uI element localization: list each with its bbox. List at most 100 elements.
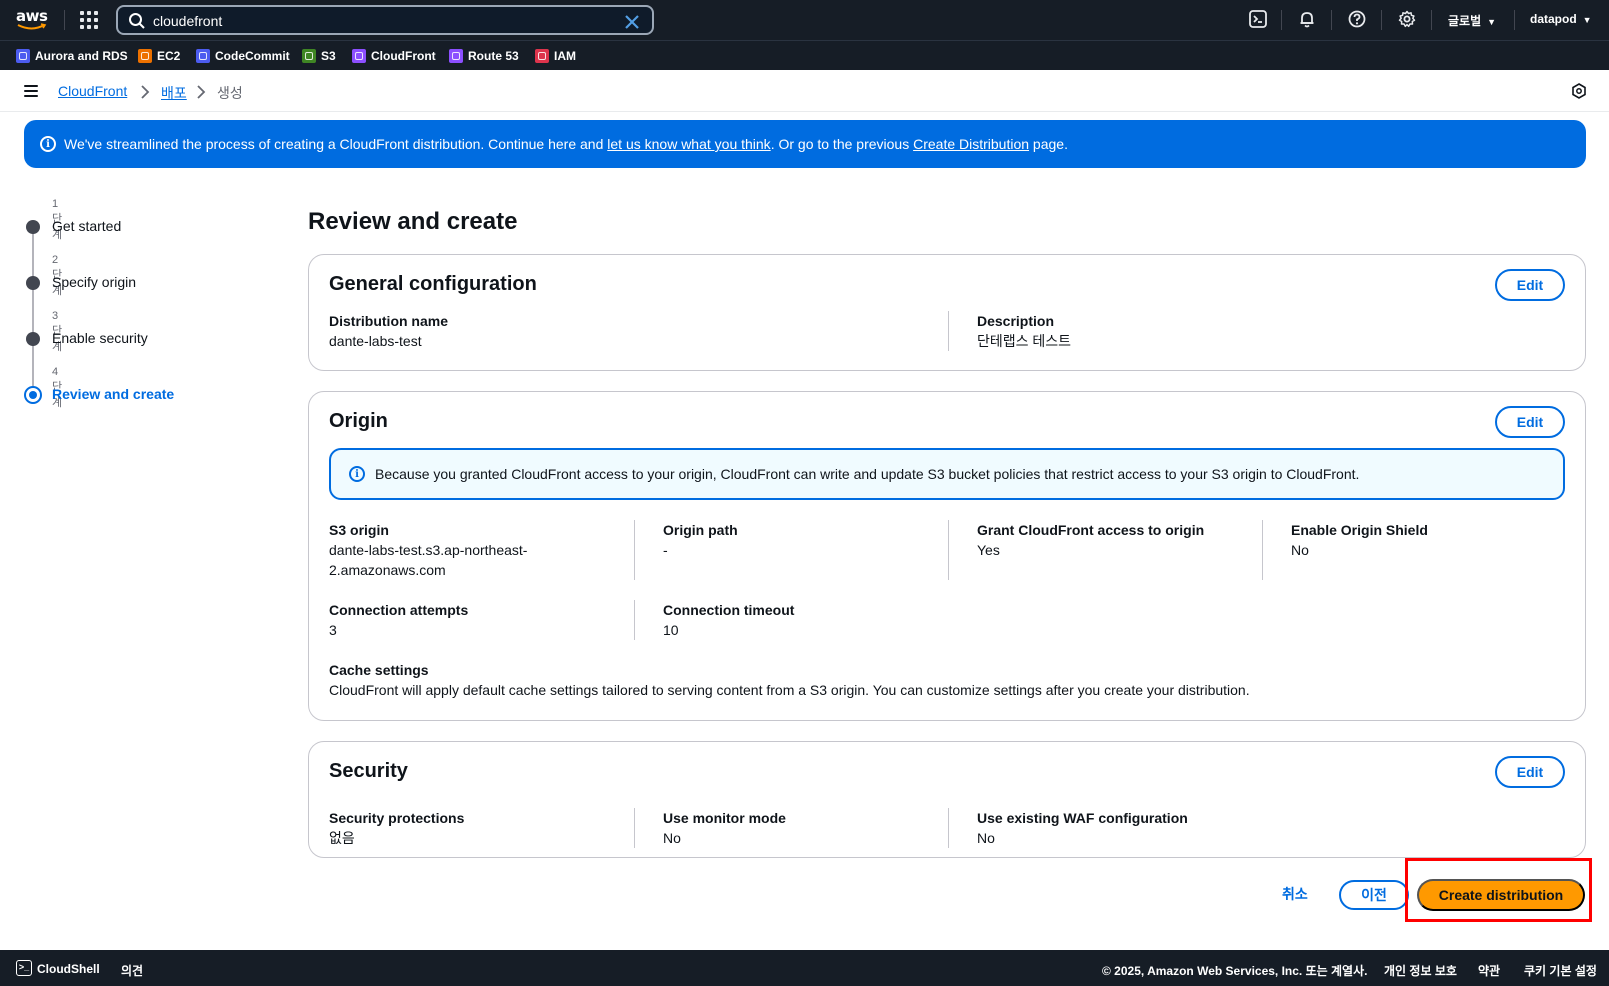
favorite-label: CloudFront bbox=[371, 49, 436, 63]
field-value: No bbox=[1291, 542, 1309, 558]
favorite-label: Aurora and RDS bbox=[35, 49, 128, 63]
cookie-preferences-link[interactable]: 쿠키 기본 설정 bbox=[1524, 962, 1597, 979]
column-divider bbox=[634, 520, 635, 580]
nav-divider bbox=[1331, 10, 1332, 30]
iam-icon bbox=[535, 49, 549, 63]
section-title: General configuration bbox=[329, 273, 537, 295]
field-label: Connection timeout bbox=[663, 602, 795, 618]
section-title: Security bbox=[329, 760, 408, 782]
terms-link[interactable]: 약관 bbox=[1478, 962, 1500, 979]
favorite-cloudfront[interactable]: CloudFront bbox=[352, 48, 436, 64]
favorite-label: Route 53 bbox=[468, 49, 519, 63]
create-distribution-link[interactable]: Create Distribution bbox=[913, 136, 1029, 152]
column-divider bbox=[948, 311, 949, 351]
caret-down-icon: ▼ bbox=[1487, 17, 1497, 27]
cloudshell-link[interactable]: CloudShell bbox=[37, 962, 100, 976]
monitor-mode-field: Use monitor mode No bbox=[663, 808, 786, 848]
feedback-link[interactable]: let us know what you think bbox=[607, 136, 770, 152]
favorite-route53[interactable]: Route 53 bbox=[449, 48, 519, 64]
account-menu[interactable]: datapod ▼ bbox=[1530, 12, 1592, 26]
field-value: CloudFront will apply default cache sett… bbox=[329, 682, 1250, 698]
alert-text: Because you granted CloudFront access to… bbox=[375, 466, 1360, 482]
settings-hexagon-icon[interactable] bbox=[1571, 83, 1587, 102]
clear-search-icon[interactable] bbox=[624, 11, 640, 35]
field-label: Description bbox=[977, 313, 1055, 329]
region-selector[interactable]: 글로벌 ▼ bbox=[1448, 12, 1496, 29]
services-grid-icon[interactable] bbox=[80, 11, 98, 29]
favorite-codecommit[interactable]: CodeCommit bbox=[196, 48, 290, 64]
breadcrumb-distributions[interactable]: 배포 bbox=[161, 83, 187, 103]
field-value: 10 bbox=[663, 622, 679, 638]
step-dot bbox=[26, 276, 40, 290]
step-label: Review and create bbox=[52, 386, 175, 402]
cache-settings-field: Cache settings CloudFront will apply def… bbox=[329, 660, 1250, 700]
create-distribution-button[interactable]: Create distribution bbox=[1417, 879, 1585, 911]
origin-access-info-alert: i Because you granted CloudFront access … bbox=[329, 448, 1565, 500]
favorite-aurora-rds[interactable]: Aurora and RDS bbox=[16, 48, 128, 64]
column-divider bbox=[634, 808, 635, 848]
field-label: Grant CloudFront access to origin bbox=[977, 522, 1205, 538]
edit-origin-button[interactable]: Edit bbox=[1495, 406, 1565, 438]
field-value: - bbox=[663, 542, 668, 558]
cancel-button[interactable]: 취소 bbox=[1282, 884, 1308, 904]
copyright-text: © 2025, Amazon Web Services, Inc. 또는 계열사… bbox=[1102, 964, 1368, 978]
settings-gear-icon[interactable] bbox=[1398, 10, 1418, 30]
favorite-iam[interactable]: IAM bbox=[535, 48, 576, 64]
aws-logo[interactable]: aws bbox=[16, 8, 50, 32]
cloudshell-icon[interactable] bbox=[1249, 10, 1269, 30]
step-dot bbox=[26, 220, 40, 234]
step-connector bbox=[32, 288, 34, 336]
waf-configuration-field: Use existing WAF configuration No bbox=[977, 808, 1188, 848]
field-value: dante-labs-test bbox=[329, 333, 422, 349]
previous-button[interactable]: 이전 bbox=[1339, 880, 1409, 910]
connection-timeout-field: Connection timeout 10 bbox=[663, 600, 794, 640]
field-value: No bbox=[977, 830, 995, 846]
field-value: 2.amazonaws.com bbox=[329, 562, 446, 578]
search-input[interactable]: cloudefront bbox=[153, 13, 222, 29]
field-value: Yes bbox=[977, 542, 1000, 558]
favorite-s3[interactable]: S3 bbox=[302, 48, 336, 64]
caret-down-icon: ▼ bbox=[1582, 15, 1592, 25]
security-protections-field: Security protections 없음 bbox=[329, 808, 464, 848]
edit-general-button[interactable]: Edit bbox=[1495, 269, 1565, 301]
feedback-link[interactable]: 의견 bbox=[121, 962, 143, 979]
step-connector bbox=[32, 344, 34, 386]
column-divider bbox=[1262, 520, 1263, 580]
step-label: Enable security bbox=[52, 330, 148, 346]
step-connector bbox=[32, 232, 34, 280]
nav-divider bbox=[1381, 10, 1382, 30]
favorite-ec2[interactable]: EC2 bbox=[138, 48, 180, 64]
field-label: Enable Origin Shield bbox=[1291, 522, 1428, 538]
favorite-label: CodeCommit bbox=[215, 49, 290, 63]
search-icon bbox=[128, 12, 146, 33]
field-label: S3 origin bbox=[329, 522, 389, 538]
cloudshell-icon[interactable]: >_ bbox=[16, 960, 32, 976]
column-divider bbox=[948, 520, 949, 580]
help-icon[interactable] bbox=[1348, 10, 1368, 30]
notifications-bell-icon[interactable] bbox=[1298, 10, 1318, 30]
distribution-name-field: Distribution name dante-labs-test bbox=[329, 311, 448, 351]
info-banner: i We've streamlined the process of creat… bbox=[24, 120, 1586, 168]
ec2-icon bbox=[138, 49, 152, 63]
account-label: datapod bbox=[1530, 12, 1577, 26]
s3-icon bbox=[302, 49, 316, 63]
field-label: Security protections bbox=[329, 810, 465, 826]
menu-hamburger-icon[interactable] bbox=[24, 85, 38, 97]
field-label: Use monitor mode bbox=[663, 810, 786, 826]
edit-security-button[interactable]: Edit bbox=[1495, 756, 1565, 788]
field-value: 없음 bbox=[329, 830, 355, 846]
info-icon: i bbox=[349, 466, 365, 482]
search-bar[interactable]: cloudefront bbox=[116, 5, 654, 35]
nav-divider bbox=[64, 10, 65, 30]
field-value: No bbox=[663, 830, 681, 846]
privacy-link[interactable]: 개인 정보 보호 bbox=[1384, 962, 1457, 979]
rds-icon bbox=[16, 49, 30, 63]
field-value: 3 bbox=[329, 622, 337, 638]
description-field: Description 단테랩스 테스트 bbox=[977, 311, 1071, 351]
security-card: Security Edit Security protections 없음 Us… bbox=[308, 741, 1586, 858]
s3-origin-field: S3 origin dante-labs-test.s3.ap-northeas… bbox=[329, 520, 527, 580]
origin-path-field: Origin path - bbox=[663, 520, 738, 560]
breadcrumb-cloudfront[interactable]: CloudFront bbox=[58, 83, 127, 99]
field-label: Origin path bbox=[663, 522, 738, 538]
region-label: 글로벌 bbox=[1448, 14, 1482, 28]
